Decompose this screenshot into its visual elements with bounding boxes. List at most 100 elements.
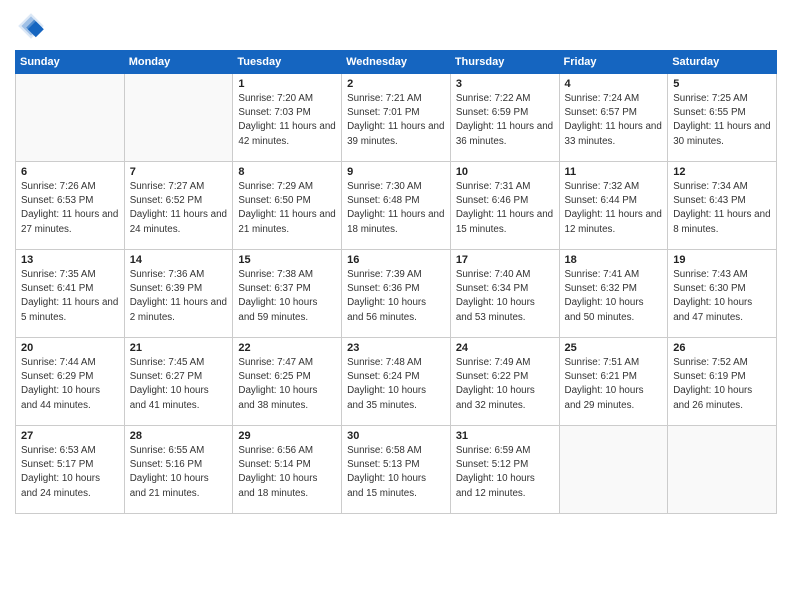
day-info: Sunrise: 7:39 AM Sunset: 6:36 PM Dayligh… xyxy=(347,268,445,325)
day-number: 12 xyxy=(673,166,771,178)
calendar-cell: 29 Sunrise: 6:56 AM Sunset: 5:14 PM Dayli… xyxy=(233,426,342,514)
day-info: Sunrise: 7:32 AM Sunset: 6:44 PM Dayligh… xyxy=(565,180,663,237)
day-number: 28 xyxy=(130,430,228,442)
weekday-header-thursday: Thursday xyxy=(450,51,559,74)
calendar-cell: 20Sunrise: 7:44 AM Sunset: 6:29 PM Dayli… xyxy=(16,338,125,426)
calendar-cell: 19 Sunrise: 7:43 AM Sunset: 6:30 PM Dayli… xyxy=(668,250,777,338)
day-number: 30 xyxy=(347,430,445,442)
calendar-cell: 2 Sunrise: 7:21 AM Sunset: 7:01 PM Daylig… xyxy=(342,74,451,162)
calendar-cell: 31 Sunrise: 6:59 AM Sunset: 5:12 PM Dayli… xyxy=(450,426,559,514)
day-info: Sunrise: 7:25 AM Sunset: 6:55 PM Dayligh… xyxy=(673,92,771,149)
day-number: 15 xyxy=(238,254,336,266)
day-info: Sunrise: 7:31 AM Sunset: 6:46 PM Dayligh… xyxy=(456,180,554,237)
weekday-header-friday: Friday xyxy=(559,51,668,74)
day-info: Sunrise: 7:36 AM Sunset: 6:39 PM Dayligh… xyxy=(130,268,228,325)
weekday-header-sunday: Sunday xyxy=(16,51,125,74)
day-info: Sunrise: 7:52 AM Sunset: 6:19 PM Dayligh… xyxy=(673,356,771,413)
weekday-header-wednesday: Wednesday xyxy=(342,51,451,74)
day-info: Sunrise: 7:22 AM Sunset: 6:59 PM Dayligh… xyxy=(456,92,554,149)
day-info: Sunrise: 6:58 AM Sunset: 5:13 PM Dayligh… xyxy=(347,444,445,501)
day-number: 1 xyxy=(238,78,336,90)
day-info: Sunrise: 7:27 AM Sunset: 6:52 PM Dayligh… xyxy=(130,180,228,237)
day-number: 3 xyxy=(456,78,554,90)
day-number: 9 xyxy=(347,166,445,178)
week-row-4: 20Sunrise: 7:44 AM Sunset: 6:29 PM Dayli… xyxy=(16,338,777,426)
calendar-cell: 26 Sunrise: 7:52 AM Sunset: 6:19 PM Dayli… xyxy=(668,338,777,426)
calendar-cell: 13Sunrise: 7:35 AM Sunset: 6:41 PM Dayli… xyxy=(16,250,125,338)
day-info: Sunrise: 7:43 AM Sunset: 6:30 PM Dayligh… xyxy=(673,268,771,325)
calendar-cell: 30 Sunrise: 6:58 AM Sunset: 5:13 PM Dayli… xyxy=(342,426,451,514)
day-number: 8 xyxy=(238,166,336,178)
day-number: 19 xyxy=(673,254,771,266)
weekday-header-monday: Monday xyxy=(124,51,233,74)
day-info: Sunrise: 7:40 AM Sunset: 6:34 PM Dayligh… xyxy=(456,268,554,325)
day-number: 14 xyxy=(130,254,228,266)
day-info: Sunrise: 7:21 AM Sunset: 7:01 PM Dayligh… xyxy=(347,92,445,149)
day-number: 25 xyxy=(565,342,663,354)
day-info: Sunrise: 6:59 AM Sunset: 5:12 PM Dayligh… xyxy=(456,444,554,501)
week-row-1: 1 Sunrise: 7:20 AM Sunset: 7:03 PM Daylig… xyxy=(16,74,777,162)
day-number: 29 xyxy=(238,430,336,442)
calendar-cell: 23 Sunrise: 7:48 AM Sunset: 6:24 PM Dayli… xyxy=(342,338,451,426)
calendar-cell: 15 Sunrise: 7:38 AM Sunset: 6:37 PM Dayli… xyxy=(233,250,342,338)
calendar: SundayMondayTuesdayWednesdayThursdayFrid… xyxy=(15,50,777,514)
day-number: 5 xyxy=(673,78,771,90)
calendar-cell: 5 Sunrise: 7:25 AM Sunset: 6:55 PM Daylig… xyxy=(668,74,777,162)
day-number: 7 xyxy=(130,166,228,178)
calendar-cell: 17 Sunrise: 7:40 AM Sunset: 6:34 PM Dayli… xyxy=(450,250,559,338)
calendar-cell: 21 Sunrise: 7:45 AM Sunset: 6:27 PM Dayli… xyxy=(124,338,233,426)
calendar-cell: 10 Sunrise: 7:31 AM Sunset: 6:46 PM Dayli… xyxy=(450,162,559,250)
logo xyxy=(15,10,51,42)
day-info: Sunrise: 6:56 AM Sunset: 5:14 PM Dayligh… xyxy=(238,444,336,501)
calendar-cell: 3 Sunrise: 7:22 AM Sunset: 6:59 PM Daylig… xyxy=(450,74,559,162)
day-info: Sunrise: 7:47 AM Sunset: 6:25 PM Dayligh… xyxy=(238,356,336,413)
calendar-cell: 6Sunrise: 7:26 AM Sunset: 6:53 PM Daylig… xyxy=(16,162,125,250)
day-number: 10 xyxy=(456,166,554,178)
week-row-3: 13Sunrise: 7:35 AM Sunset: 6:41 PM Dayli… xyxy=(16,250,777,338)
day-info: Sunrise: 7:30 AM Sunset: 6:48 PM Dayligh… xyxy=(347,180,445,237)
day-number: 22 xyxy=(238,342,336,354)
day-info: Sunrise: 7:48 AM Sunset: 6:24 PM Dayligh… xyxy=(347,356,445,413)
day-info: Sunrise: 7:20 AM Sunset: 7:03 PM Dayligh… xyxy=(238,92,336,149)
day-info: Sunrise: 7:49 AM Sunset: 6:22 PM Dayligh… xyxy=(456,356,554,413)
day-number: 20 xyxy=(21,342,119,354)
calendar-cell: 27Sunrise: 6:53 AM Sunset: 5:17 PM Dayli… xyxy=(16,426,125,514)
day-info: Sunrise: 7:41 AM Sunset: 6:32 PM Dayligh… xyxy=(565,268,663,325)
calendar-cell: 16 Sunrise: 7:39 AM Sunset: 6:36 PM Dayli… xyxy=(342,250,451,338)
calendar-cell: 9 Sunrise: 7:30 AM Sunset: 6:48 PM Daylig… xyxy=(342,162,451,250)
logo-icon xyxy=(15,10,47,42)
day-number: 2 xyxy=(347,78,445,90)
week-row-2: 6Sunrise: 7:26 AM Sunset: 6:53 PM Daylig… xyxy=(16,162,777,250)
calendar-cell xyxy=(668,426,777,514)
calendar-cell: 8Sunrise: 7:29 AM Sunset: 6:50 PM Daylig… xyxy=(233,162,342,250)
day-number: 18 xyxy=(565,254,663,266)
day-info: Sunrise: 6:53 AM Sunset: 5:17 PM Dayligh… xyxy=(21,444,119,501)
day-info: Sunrise: 6:55 AM Sunset: 5:16 PM Dayligh… xyxy=(130,444,228,501)
day-number: 31 xyxy=(456,430,554,442)
calendar-cell: 7 Sunrise: 7:27 AM Sunset: 6:52 PM Daylig… xyxy=(124,162,233,250)
day-info: Sunrise: 7:51 AM Sunset: 6:21 PM Dayligh… xyxy=(565,356,663,413)
day-number: 26 xyxy=(673,342,771,354)
calendar-cell: 22 Sunrise: 7:47 AM Sunset: 6:25 PM Dayli… xyxy=(233,338,342,426)
day-info: Sunrise: 7:38 AM Sunset: 6:37 PM Dayligh… xyxy=(238,268,336,325)
day-number: 23 xyxy=(347,342,445,354)
day-number: 16 xyxy=(347,254,445,266)
day-info: Sunrise: 7:24 AM Sunset: 6:57 PM Dayligh… xyxy=(565,92,663,149)
calendar-cell: 14 Sunrise: 7:36 AM Sunset: 6:39 PM Dayli… xyxy=(124,250,233,338)
calendar-cell: 25 Sunrise: 7:51 AM Sunset: 6:21 PM Dayli… xyxy=(559,338,668,426)
calendar-cell: 28 Sunrise: 6:55 AM Sunset: 5:16 PM Dayli… xyxy=(124,426,233,514)
calendar-cell xyxy=(124,74,233,162)
calendar-cell: 4Sunrise: 7:24 AM Sunset: 6:57 PM Daylig… xyxy=(559,74,668,162)
weekday-header-tuesday: Tuesday xyxy=(233,51,342,74)
day-number: 17 xyxy=(456,254,554,266)
calendar-cell: 18 Sunrise: 7:41 AM Sunset: 6:32 PM Dayli… xyxy=(559,250,668,338)
day-number: 21 xyxy=(130,342,228,354)
calendar-cell: 12Sunrise: 7:34 AM Sunset: 6:43 PM Dayli… xyxy=(668,162,777,250)
day-number: 11 xyxy=(565,166,663,178)
weekday-header-saturday: Saturday xyxy=(668,51,777,74)
day-info: Sunrise: 7:45 AM Sunset: 6:27 PM Dayligh… xyxy=(130,356,228,413)
calendar-cell xyxy=(16,74,125,162)
calendar-cell xyxy=(559,426,668,514)
calendar-cell: 11 Sunrise: 7:32 AM Sunset: 6:44 PM Dayli… xyxy=(559,162,668,250)
day-info: Sunrise: 7:35 AM Sunset: 6:41 PM Dayligh… xyxy=(21,268,119,325)
